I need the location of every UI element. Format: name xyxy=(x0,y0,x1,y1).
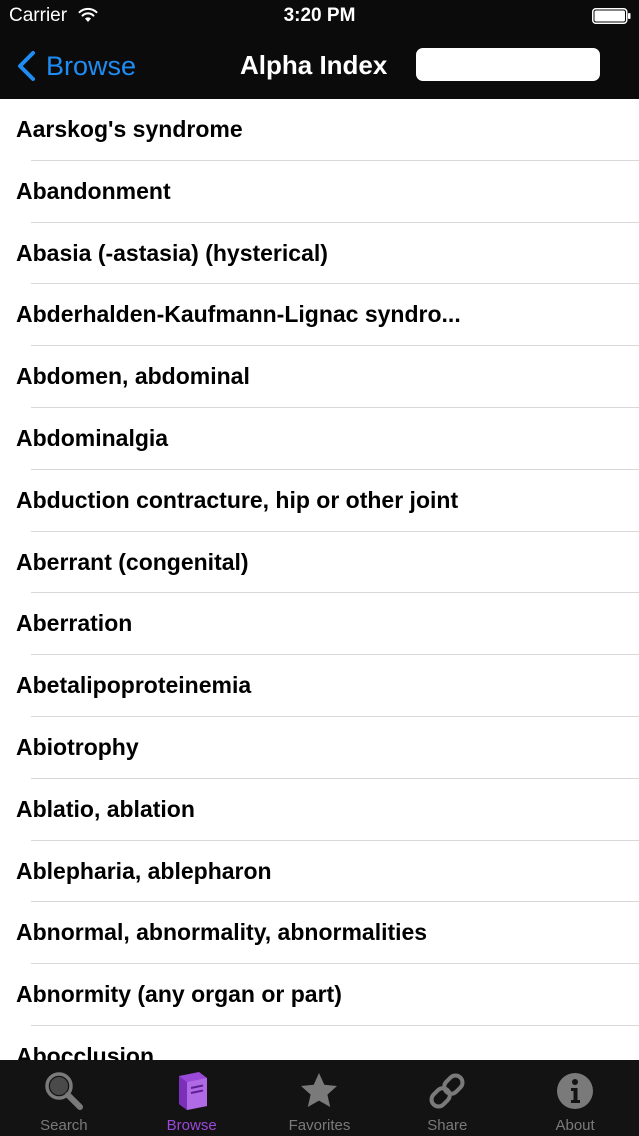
list-item[interactable]: Abiotrophy xyxy=(0,717,639,779)
list-item-label: Abnormal, abnormality, abnormalities xyxy=(16,919,428,946)
magnifier-icon xyxy=(45,1072,83,1110)
tab-bar: Search Browse Favorites Share About xyxy=(0,1060,639,1136)
tab-browse[interactable]: Browse xyxy=(128,1060,256,1136)
list-item-label: Abiotrophy xyxy=(16,733,139,760)
tab-about-label: About xyxy=(555,1117,595,1134)
tab-search[interactable]: Search xyxy=(0,1060,128,1136)
tab-browse-label: Browse xyxy=(166,1117,217,1134)
star-icon xyxy=(301,1073,338,1107)
page-title: Alpha Index xyxy=(240,50,388,80)
top-bar: Carrier 3:20 PM Browse Alpha Index xyxy=(0,0,639,99)
list-item[interactable]: Abnormal, abnormality, abnormalities xyxy=(0,902,639,964)
list-item-label: Aberrant (congenital) xyxy=(16,548,249,575)
list-item-label: Abdomen, abdominal xyxy=(16,363,250,390)
chain-link-icon xyxy=(429,1073,465,1109)
navigation-bar: Browse Alpha Index xyxy=(0,32,639,99)
battery-icon xyxy=(592,8,631,24)
list-item[interactable]: Abdomen, abdominal xyxy=(0,346,639,408)
back-button[interactable]: Browse xyxy=(16,47,136,85)
list-item[interactable]: Abasia (-astasia) (hysterical) xyxy=(0,223,639,285)
status-bar: Carrier 3:20 PM xyxy=(0,0,639,32)
list-item[interactable]: Aarskog's syndrome xyxy=(0,99,639,161)
list-item-label: Abnormity (any organ or part) xyxy=(16,981,342,1008)
list-item-label: Abdominalgia xyxy=(16,424,169,451)
book-icon xyxy=(178,1072,207,1110)
list-item[interactable]: Ablepharia, ablepharon xyxy=(0,841,639,903)
list-item[interactable]: Aberrant (congenital) xyxy=(0,532,639,594)
list-item-label: Abderhalden-Kaufmann-Lignac syndro... xyxy=(16,301,461,328)
list-item-label: Abduction contracture, hip or other join… xyxy=(16,486,459,513)
tab-favorites[interactable]: Favorites xyxy=(256,1060,384,1136)
tab-search-label: Search xyxy=(40,1117,88,1134)
list-item[interactable]: Ablatio, ablation xyxy=(0,779,639,841)
list-item[interactable]: Abduction contracture, hip or other join… xyxy=(0,470,639,532)
status-time: 3:20 PM xyxy=(283,5,356,26)
list-item[interactable]: Abocclusion xyxy=(0,1026,639,1060)
tab-favorites-label: Favorites xyxy=(288,1117,351,1134)
list-item[interactable]: Abderhalden-Kaufmann-Lignac syndro... xyxy=(0,284,639,346)
search-input[interactable] xyxy=(416,48,600,81)
tab-share[interactable]: Share xyxy=(383,1060,511,1136)
list-item-label: Aarskog's syndrome xyxy=(16,116,243,142)
list-item[interactable]: Abdominalgia xyxy=(0,408,639,470)
list-item[interactable]: Aberration xyxy=(0,593,639,655)
list-item[interactable]: Abetalipoproteinemia xyxy=(0,655,639,717)
list-item-label: Ablepharia, ablepharon xyxy=(16,857,272,884)
back-chevron-icon xyxy=(18,51,35,81)
list-item[interactable]: Abnormity (any organ or part) xyxy=(0,964,639,1026)
list-item-label: Abandonment xyxy=(16,177,171,204)
list-item-label: Abetalipoproteinemia xyxy=(16,672,252,699)
list-item-label: Ablatio, ablation xyxy=(16,795,195,822)
list-item-label: Abasia (-astasia) (hysterical) xyxy=(16,239,328,266)
info-icon xyxy=(557,1073,594,1109)
tab-about[interactable]: About xyxy=(511,1060,639,1136)
list-item[interactable]: Abandonment xyxy=(0,161,639,223)
list-item-label: Abocclusion xyxy=(16,1042,155,1060)
tab-share-label: Share xyxy=(427,1117,468,1134)
list-item-label: Aberration xyxy=(16,610,133,637)
alpha-index-list: Aarskog's syndrome Abandonment Abasia (-as… xyxy=(0,99,639,1060)
back-button-label: Browse xyxy=(46,50,137,81)
